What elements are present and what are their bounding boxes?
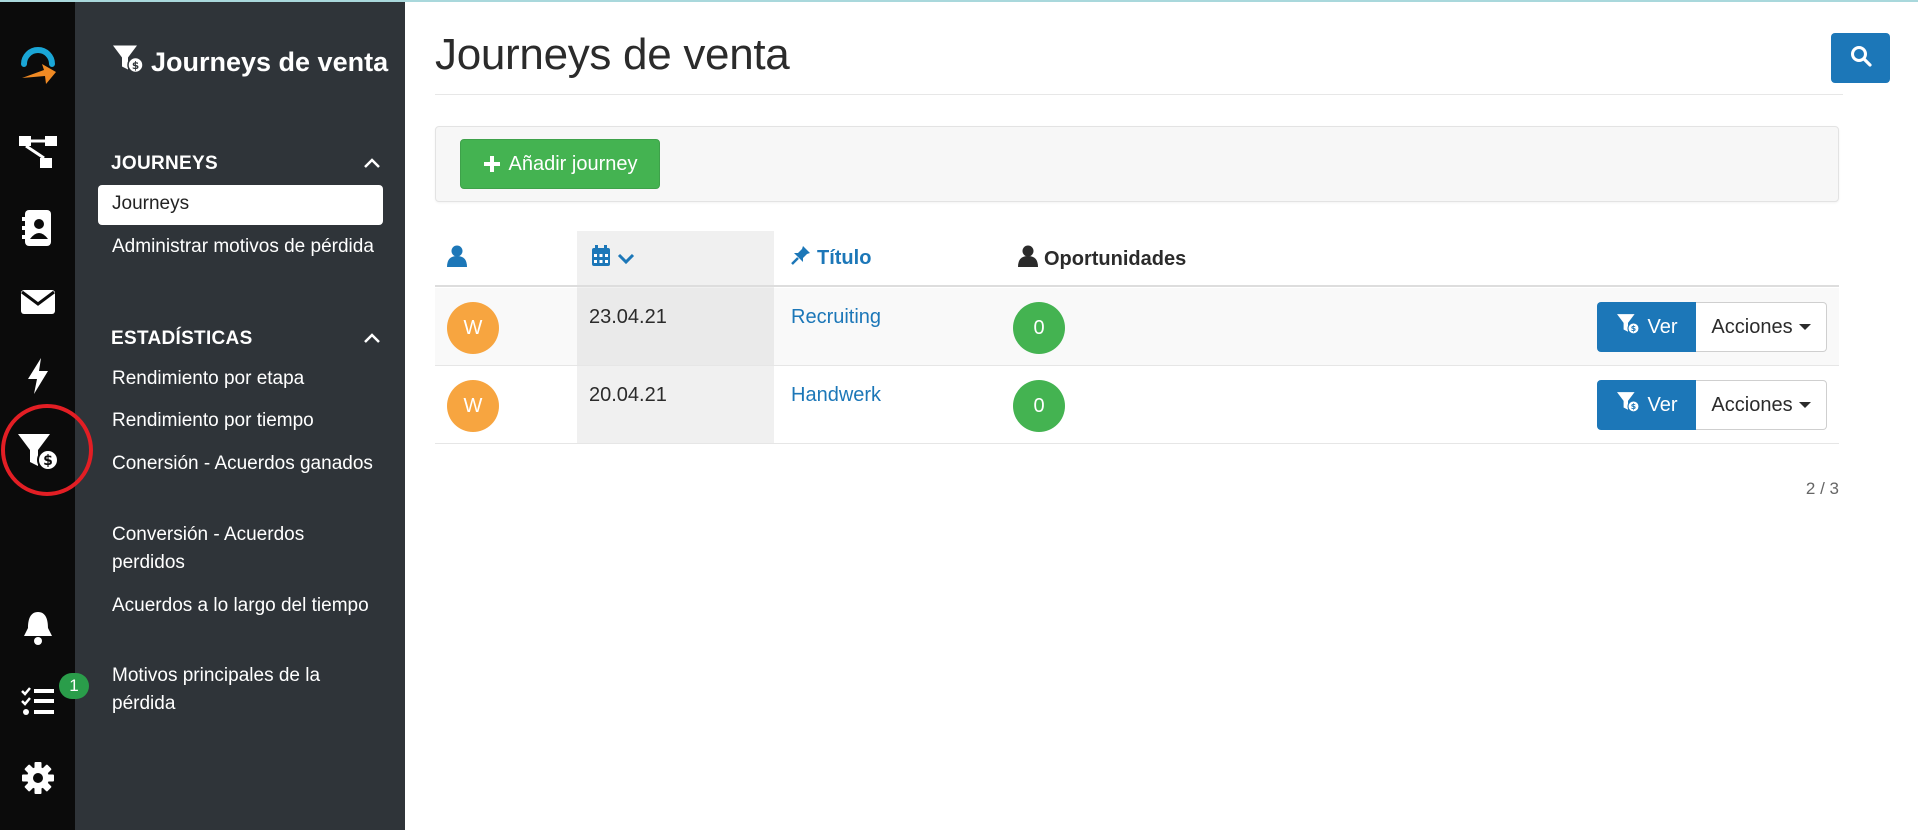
main-content: Journeys de venta Añadir journey Título …	[405, 0, 1918, 830]
column-header-opportunities: Oportunidades	[1018, 245, 1186, 273]
divider	[435, 94, 1843, 95]
section-header-journeys[interactable]: JOURNEYS	[111, 153, 381, 175]
search-button[interactable]	[1831, 33, 1890, 83]
avatar: W	[447, 380, 499, 432]
column-header-title[interactable]: Título	[791, 245, 871, 271]
envelope-icon[interactable]	[0, 272, 75, 332]
avatar: W	[447, 302, 499, 354]
row-title-link[interactable]: Recruiting	[791, 306, 881, 329]
chevron-down-icon	[617, 248, 635, 271]
logo-icon[interactable]	[0, 30, 75, 90]
svg-text:$: $	[132, 60, 139, 72]
gear-icon[interactable]	[0, 748, 75, 808]
sidebar-item-top-loss-reasons[interactable]: Motivos principales de la pérdida	[112, 662, 382, 718]
search-icon	[1850, 45, 1872, 72]
sidebar-item-lost-conversion[interactable]: Conversión - Acuerdos perdidos	[112, 521, 382, 577]
sidebar-item-time-performance[interactable]: Rendimiento por tiempo	[112, 407, 382, 435]
contacts-icon[interactable]	[0, 198, 75, 258]
pin-icon	[791, 245, 811, 271]
sidebar-item-loss-reasons[interactable]: Administrar motivos de pérdida	[112, 233, 382, 261]
view-button[interactable]: $ Ver	[1597, 302, 1696, 352]
funnel-dollar-icon: $	[1615, 391, 1641, 419]
actions-dropdown-button[interactable]: Acciones	[1696, 302, 1827, 352]
row-date: 23.04.21	[589, 306, 667, 328]
top-accent-line	[0, 0, 1918, 2]
tasks-badge: 1	[59, 673, 89, 699]
sidebar-item-deals-over-time[interactable]: Acuerdos a lo largo del tiempo	[112, 592, 382, 620]
page-title: Journeys de venta	[435, 30, 790, 79]
chevron-up-icon[interactable]	[363, 153, 381, 175]
user-icon	[447, 245, 467, 273]
toolbar: Añadir journey	[435, 126, 1839, 202]
sitemap-icon[interactable]	[0, 122, 75, 182]
sidebar-item-journeys[interactable]: Journeys	[98, 185, 383, 225]
sidebar: $ Journeys de venta JOURNEYS Journeys Ad…	[75, 0, 405, 830]
sidebar-item-stage-performance[interactable]: Rendimiento por etapa	[112, 365, 382, 393]
icon-rail: $ 1	[0, 0, 93, 830]
chevron-up-icon[interactable]	[363, 328, 381, 350]
sidebar-title: $ Journeys de venta	[111, 44, 391, 80]
row-date: 20.04.21	[589, 384, 667, 406]
view-button[interactable]: $ Ver	[1597, 380, 1696, 430]
table-row: W 23.04.21 Recruiting 0 $ Ver Acciones	[435, 288, 1839, 366]
user-icon	[1018, 245, 1038, 273]
opportunities-count-badge: 0	[1013, 302, 1065, 354]
table-row: W 20.04.21 Handwerk 0 $ Ver Acciones	[435, 366, 1839, 444]
section-header-statistics[interactable]: ESTADÍSTICAS	[111, 328, 381, 350]
svg-text:$: $	[1631, 324, 1636, 333]
bolt-icon[interactable]	[0, 346, 75, 406]
column-header-owner[interactable]	[447, 245, 467, 273]
opportunities-count-badge: 0	[1013, 380, 1065, 432]
pagination-info: 2 / 3	[1805, 479, 1839, 498]
caret-down-icon	[1798, 324, 1811, 330]
add-journey-button[interactable]: Añadir journey	[460, 139, 660, 189]
plus-icon	[483, 151, 501, 177]
highlight-ring	[1, 404, 93, 496]
actions-dropdown-button[interactable]: Acciones	[1696, 380, 1827, 430]
bell-icon[interactable]	[0, 598, 75, 658]
sidebar-item-won-conversion[interactable]: Conersión - Acuerdos ganados	[112, 450, 382, 478]
table-header: Título Oportunidades	[435, 231, 1839, 287]
funnel-dollar-icon: $	[1615, 313, 1641, 341]
svg-text:$: $	[1631, 402, 1636, 411]
funnel-dollar-icon: $	[111, 44, 145, 80]
calendar-icon	[591, 245, 611, 273]
caret-down-icon	[1798, 402, 1811, 408]
row-title-link[interactable]: Handwerk	[791, 384, 881, 407]
column-header-date[interactable]	[591, 245, 635, 273]
